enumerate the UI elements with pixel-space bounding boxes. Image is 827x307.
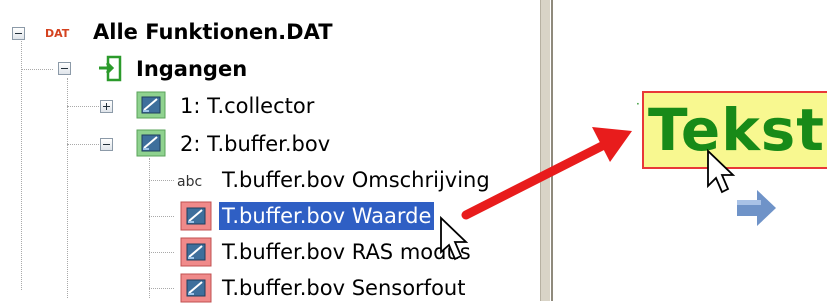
collapse-toggle[interactable] <box>12 27 25 40</box>
svg-text:abc: abc <box>177 174 202 190</box>
svg-text:DAT: DAT <box>45 27 70 40</box>
text-object-label: Tekst <box>648 96 826 164</box>
tree-node-inputs[interactable]: Ingangen <box>133 52 250 86</box>
tree-root-node[interactable]: Alle Funktionen.DAT <box>90 15 336 49</box>
value-icon <box>180 201 212 231</box>
collapse-toggle[interactable] <box>100 138 113 151</box>
tree-connector <box>149 158 150 298</box>
tree-connector <box>149 288 174 289</box>
tree-connector <box>21 69 53 70</box>
function-tree[interactable]: DAT Alle Funktionen.DAT Ingangen 1: T.co… <box>0 0 540 303</box>
child-value-label: T.buffer.bov Waarde <box>219 202 435 230</box>
tree-connector <box>67 144 99 145</box>
tree-child-description[interactable]: T.buffer.bov Omschrijving <box>219 163 493 197</box>
tree-node-input-1[interactable]: 1: T.collector <box>177 89 317 123</box>
tree-connector <box>67 78 68 298</box>
tree-connector <box>67 106 99 107</box>
sensor-input-icon <box>136 91 166 119</box>
tree-node-input-2[interactable]: 2: T.buffer.bov <box>177 127 333 161</box>
tree-child-ras-mode[interactable]: T.buffer.bov RAS modus <box>219 235 474 269</box>
sensor-input-icon <box>136 129 166 157</box>
input-2-label: 2: T.buffer.bov <box>180 132 331 156</box>
tree-connector <box>149 252 174 253</box>
input-1-label: 1: T.collector <box>180 94 315 118</box>
tree-connector <box>149 216 174 217</box>
splitter-line <box>551 0 553 301</box>
child-sensor-fault-label: T.buffer.bov Sensorfout <box>222 276 466 300</box>
panel-splitter[interactable] <box>550 0 570 301</box>
value-icon <box>180 273 212 303</box>
tree-connector <box>21 38 22 290</box>
expand-toggle[interactable] <box>100 100 113 113</box>
child-ras-mode-label: T.buffer.bov RAS modus <box>222 240 471 264</box>
tree-child-value[interactable]: T.buffer.bov Waarde <box>219 199 435 233</box>
tree-scrollbar[interactable] <box>540 0 550 301</box>
input-icon <box>96 54 126 84</box>
abc-icon: abc <box>174 170 216 192</box>
dat-file-icon: DAT <box>40 21 84 43</box>
inputs-label: Ingangen <box>136 57 248 81</box>
child-description-label: T.buffer.bov Omschrijving <box>222 168 490 192</box>
tree-child-sensor-fault[interactable]: T.buffer.bov Sensorfout <box>219 271 468 305</box>
value-icon <box>180 237 212 267</box>
tree-connector <box>149 180 174 181</box>
tree-root-label: Alle Funktionen.DAT <box>93 20 333 44</box>
collapse-toggle[interactable] <box>58 62 71 75</box>
